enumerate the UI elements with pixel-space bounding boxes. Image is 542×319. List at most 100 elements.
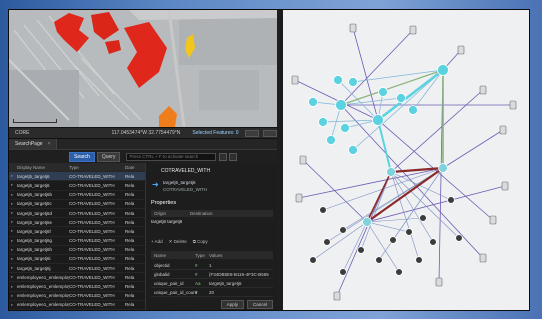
row-expand-icon[interactable]: ▸ xyxy=(9,192,17,198)
hub-node[interactable] xyxy=(437,64,449,76)
entity-node[interactable] xyxy=(395,268,403,276)
row-expand-icon[interactable]: ▸ xyxy=(9,238,17,244)
query-button[interactable]: Query xyxy=(96,151,121,162)
table-row[interactable]: ▸ targetj6_targetj6c CO-TRAVELED_WITH Rela xyxy=(9,200,145,209)
link-chart-view[interactable] xyxy=(280,10,529,310)
field-row[interactable]: unique_pair_id_count # 20 xyxy=(151,288,273,297)
device-node[interactable] xyxy=(291,75,299,85)
hub-node[interactable] xyxy=(372,114,384,126)
fields-header-values[interactable]: Values xyxy=(209,253,222,258)
hub-node[interactable] xyxy=(438,163,448,173)
row-expand-icon[interactable]: ▸ xyxy=(9,284,17,290)
device-node[interactable] xyxy=(509,100,517,110)
delete-field-button[interactable]: ✕ Delete xyxy=(169,239,187,245)
row-expand-icon[interactable]: ▸ xyxy=(9,228,17,234)
search-go-icon[interactable] xyxy=(219,152,228,161)
selected-features-label[interactable]: Selected Features: 0 xyxy=(186,130,244,136)
entity-node[interactable] xyxy=(348,145,358,155)
row-expand-icon[interactable]: ▸ xyxy=(9,256,17,262)
table-row[interactable]: ▸ targetj6_targetj6j CO-TRAVELED_WITH Rela xyxy=(9,264,145,274)
link-edge[interactable] xyxy=(390,171,452,201)
entity-node[interactable] xyxy=(455,234,463,242)
device-node[interactable] xyxy=(435,277,443,287)
row-expand-icon[interactable]: ▸ xyxy=(9,219,17,225)
link-edge[interactable] xyxy=(390,89,484,173)
table-row[interactable]: ▸ targetj6_targetj6d CO-TRAVELED_WITH Rela xyxy=(9,209,145,219)
table-row[interactable]: ▸ targetj6_targetj6f CO-TRAVELED_WITH Rela xyxy=(9,227,145,237)
search-button[interactable]: Search xyxy=(69,151,95,162)
entity-node[interactable] xyxy=(447,196,455,204)
row-expand-icon[interactable]: ▸ xyxy=(9,247,17,253)
device-node[interactable] xyxy=(299,155,307,165)
entity-node[interactable] xyxy=(396,93,406,103)
entity-node[interactable] xyxy=(378,87,388,97)
link-edge[interactable] xyxy=(377,119,392,173)
entity-node[interactable] xyxy=(318,117,328,127)
field-row[interactable]: globalid # {F34DB5E8-B116-4F3C-B565-FE71… xyxy=(151,270,273,279)
table-row[interactable]: ▸ targetj6_targetj6 CO-TRAVELED_WITH Rela xyxy=(9,181,145,191)
entity-node[interactable] xyxy=(309,256,317,264)
link-edge[interactable] xyxy=(366,221,410,233)
row-expand-icon[interactable]: ▸ xyxy=(9,173,17,179)
entity-node[interactable] xyxy=(357,246,365,254)
entity-node[interactable] xyxy=(429,238,437,246)
entity-node[interactable] xyxy=(340,123,350,133)
fields-header-type[interactable]: Type xyxy=(195,253,209,258)
device-node[interactable] xyxy=(489,215,497,225)
link-edge[interactable] xyxy=(366,221,400,273)
row-expand-icon[interactable]: ▸ xyxy=(9,293,17,299)
entity-node[interactable] xyxy=(348,77,358,87)
pause-icon[interactable] xyxy=(244,129,259,137)
hub-node[interactable] xyxy=(335,99,347,111)
table-row[interactable]: ▸emlemployee1_emlemployee19CO-TRAVELED_W… xyxy=(9,301,145,310)
hub-node[interactable] xyxy=(362,217,372,227)
table-row[interactable]: ▸emlemployee1_emlemployee17CO-TRAVELED_W… xyxy=(9,282,145,292)
table-row[interactable]: ▸ targetj6_targetj6g CO-TRAVELED_WITH Rela xyxy=(9,237,145,246)
entity-node[interactable] xyxy=(319,206,327,214)
entity-node[interactable] xyxy=(326,135,336,145)
device-node[interactable] xyxy=(295,193,303,203)
device-node[interactable] xyxy=(457,45,465,55)
link-edge[interactable] xyxy=(366,185,506,223)
entity-node[interactable] xyxy=(405,228,413,236)
destination-header[interactable]: Destination xyxy=(187,211,223,216)
entity-node[interactable] xyxy=(308,97,318,107)
device-node[interactable] xyxy=(333,291,341,301)
table-row[interactable]: ▸ targetj5_targetj6 CO-TRAVELED_WITH Rela xyxy=(9,172,145,182)
column-header-display-name[interactable]: Display Name xyxy=(17,165,69,170)
entity-node[interactable] xyxy=(333,75,343,85)
entity-node[interactable] xyxy=(419,214,427,222)
link-edge[interactable] xyxy=(302,159,368,223)
entity-node[interactable] xyxy=(323,238,331,246)
device-node[interactable] xyxy=(479,253,487,263)
hub-node[interactable] xyxy=(386,167,396,177)
entity-node[interactable] xyxy=(415,256,423,264)
row-expand-icon[interactable]: ▸ xyxy=(9,201,17,207)
origin-header[interactable]: Origin xyxy=(151,211,187,216)
table-row[interactable]: ▸ targetj6_targetj6b CO-TRAVELED_WITH Rela xyxy=(9,191,145,200)
device-node[interactable] xyxy=(479,85,487,95)
table-row[interactable]: ▸ targetj6_targetj6h CO-TRAVELED_WITH Rela xyxy=(9,246,145,255)
device-node[interactable] xyxy=(349,23,357,33)
search-input[interactable] xyxy=(126,152,217,161)
close-icon[interactable]: × xyxy=(48,141,51,147)
clear-search-icon[interactable] xyxy=(229,152,238,161)
entity-node[interactable] xyxy=(408,105,418,115)
column-header-type[interactable]: Type xyxy=(69,165,125,170)
link-edge[interactable] xyxy=(442,129,504,169)
row-expand-icon[interactable]: ▸ xyxy=(9,302,17,308)
link-edge[interactable] xyxy=(294,79,379,121)
table-row[interactable]: ▸ targetj6_targetj6e CO-TRAVELED_WITH Rela xyxy=(9,218,145,228)
table-row[interactable]: ▸emlemployee1_emlemployee16CO-TRAVELED_W… xyxy=(9,273,145,283)
row-expand-icon[interactable]: ▸ xyxy=(9,210,17,216)
device-node[interactable] xyxy=(501,181,509,191)
map-view[interactable] xyxy=(9,10,277,127)
link-edge[interactable] xyxy=(352,27,379,121)
link-edge[interactable] xyxy=(340,69,444,106)
row-expand-icon[interactable]: ▸ xyxy=(9,182,17,188)
column-header-date[interactable]: Date xyxy=(125,165,145,170)
device-node[interactable] xyxy=(499,125,507,135)
entity-node[interactable] xyxy=(389,236,397,244)
apply-button[interactable]: Apply xyxy=(220,300,244,309)
cancel-button[interactable]: Cancel xyxy=(246,300,273,309)
